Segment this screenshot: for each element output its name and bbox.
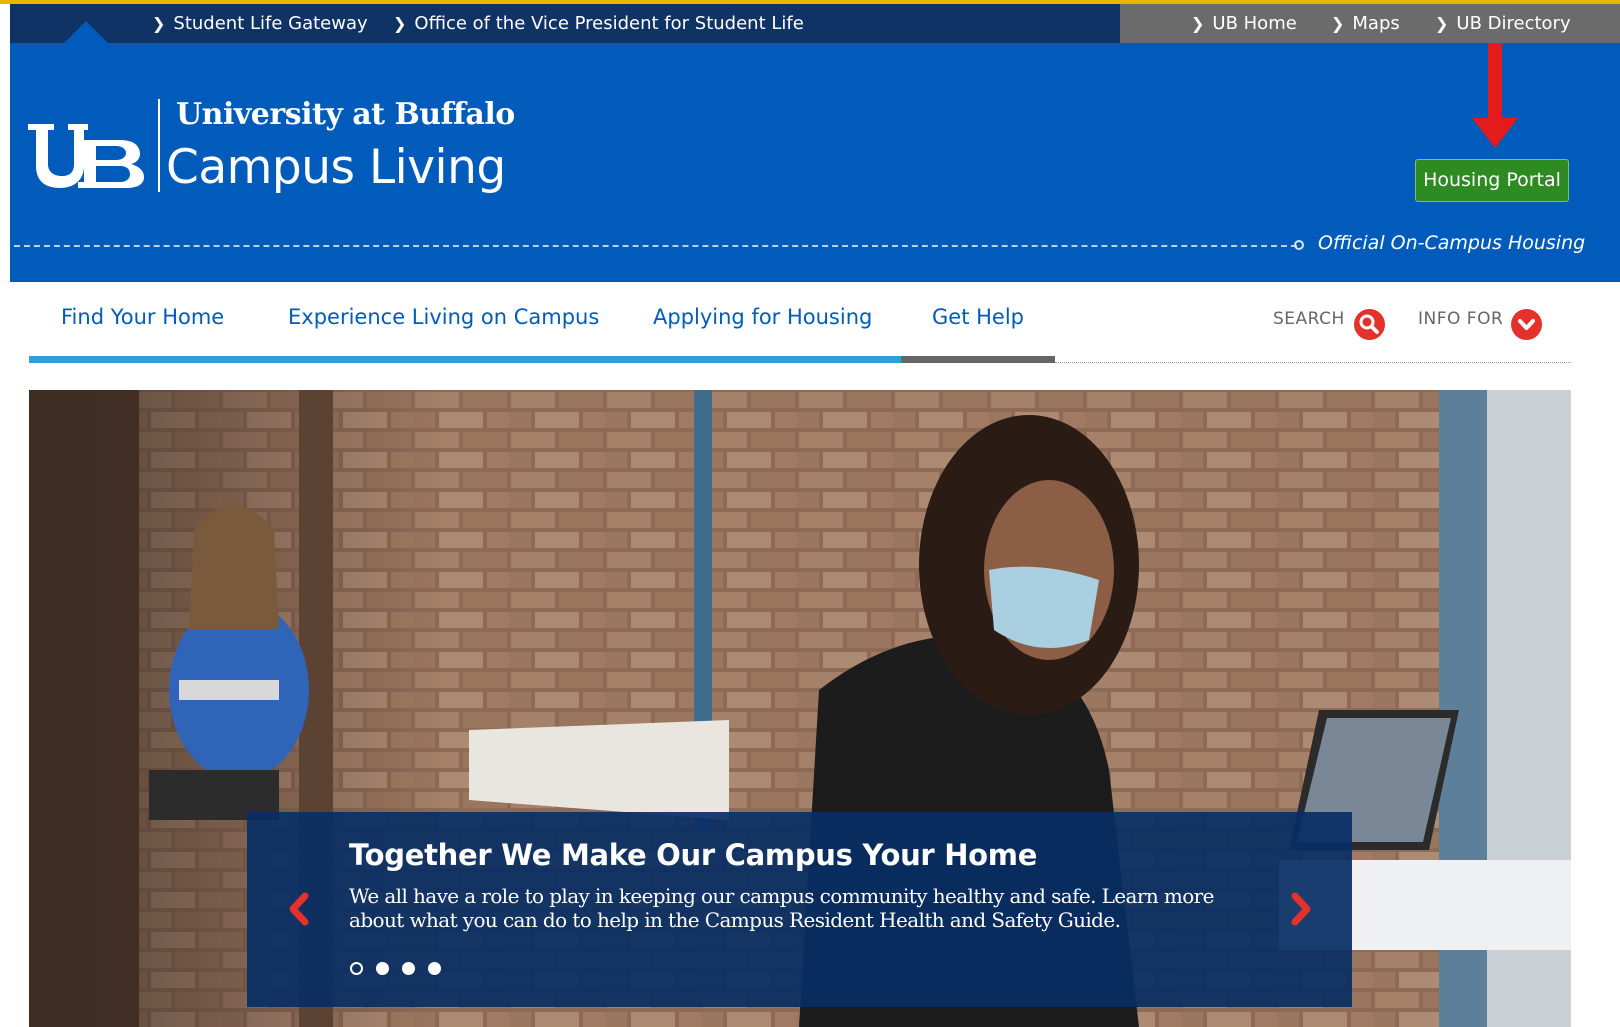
nav-underline-inactive [901, 356, 1055, 363]
tagline: Official On-Campus Housing [1318, 232, 1586, 254]
search-label: SEARCH [1273, 309, 1345, 329]
hero-text[interactable]: We all have a role to play in keeping ou… [349, 884, 1229, 932]
chevron-down-icon[interactable] [1511, 309, 1542, 340]
chevron-right-icon: ❯ [1435, 14, 1449, 33]
nav-underline-active [29, 356, 901, 363]
chevron-right-icon: ❯ [1191, 14, 1205, 33]
utility-link-vp-student-life[interactable]: ❯ Office of the Vice President for Studen… [393, 4, 804, 43]
utility-link-ub-home[interactable]: ❯ UB Home [1191, 4, 1297, 43]
slide-dot-1[interactable] [350, 962, 363, 975]
nav-get-help[interactable]: Get Help [932, 305, 1024, 329]
university-name[interactable]: University at Buffalo [176, 97, 515, 132]
utility-bar-notch [64, 21, 108, 43]
nav-dotted-line [1055, 362, 1571, 363]
nav-find-your-home[interactable]: Find Your Home [61, 305, 224, 329]
site-name[interactable]: Campus Living [166, 140, 506, 195]
utility-link-ub-directory[interactable]: ❯ UB Directory [1435, 4, 1571, 43]
slide-dot-2[interactable] [376, 962, 389, 975]
search-button[interactable]: SEARCH [1273, 309, 1345, 329]
chevron-right-icon: ❯ [1331, 14, 1345, 33]
annotation-arrow-icon [1472, 118, 1518, 148]
chevron-right-icon: ❯ [152, 14, 166, 33]
annotation-arrow-shaft [1488, 43, 1502, 127]
dashed-line-end-circle [1294, 240, 1304, 250]
page: ❯ Student Life Gateway ❯ Office of the Vic… [0, 0, 1620, 1027]
slide-dot-4[interactable] [428, 962, 441, 975]
nav-experience-living[interactable]: Experience Living on Campus [288, 305, 599, 329]
nav-applying-for-housing[interactable]: Applying for Housing [653, 305, 872, 329]
housing-portal-button[interactable]: Housing Portal [1415, 159, 1569, 202]
utility-link-label: UB Home [1212, 13, 1297, 34]
utility-link-label: Student Life Gateway [173, 13, 368, 34]
header-dashed-line [14, 245, 1297, 247]
chevron-right-icon[interactable] [1287, 890, 1315, 928]
hero-title[interactable]: Together We Make Our Campus Your Home [349, 838, 1037, 872]
utility-link-label: UB Directory [1456, 13, 1571, 34]
utility-link-student-life-gateway[interactable]: ❯ Student Life Gateway [152, 4, 368, 43]
search-icon[interactable] [1354, 309, 1385, 340]
utility-link-label: Office of the Vice President for Student… [414, 13, 804, 34]
logo-divider [158, 99, 160, 192]
utility-link-maps[interactable]: ❯ Maps [1331, 4, 1400, 43]
utility-link-label: Maps [1352, 13, 1400, 34]
info-for-button[interactable]: INFO FOR [1418, 309, 1503, 329]
info-for-label: INFO FOR [1418, 309, 1504, 329]
chevron-right-icon: ❯ [393, 14, 407, 33]
slide-dot-3[interactable] [402, 962, 415, 975]
ub-logo-icon[interactable] [28, 124, 144, 188]
chevron-left-icon[interactable] [285, 890, 313, 928]
